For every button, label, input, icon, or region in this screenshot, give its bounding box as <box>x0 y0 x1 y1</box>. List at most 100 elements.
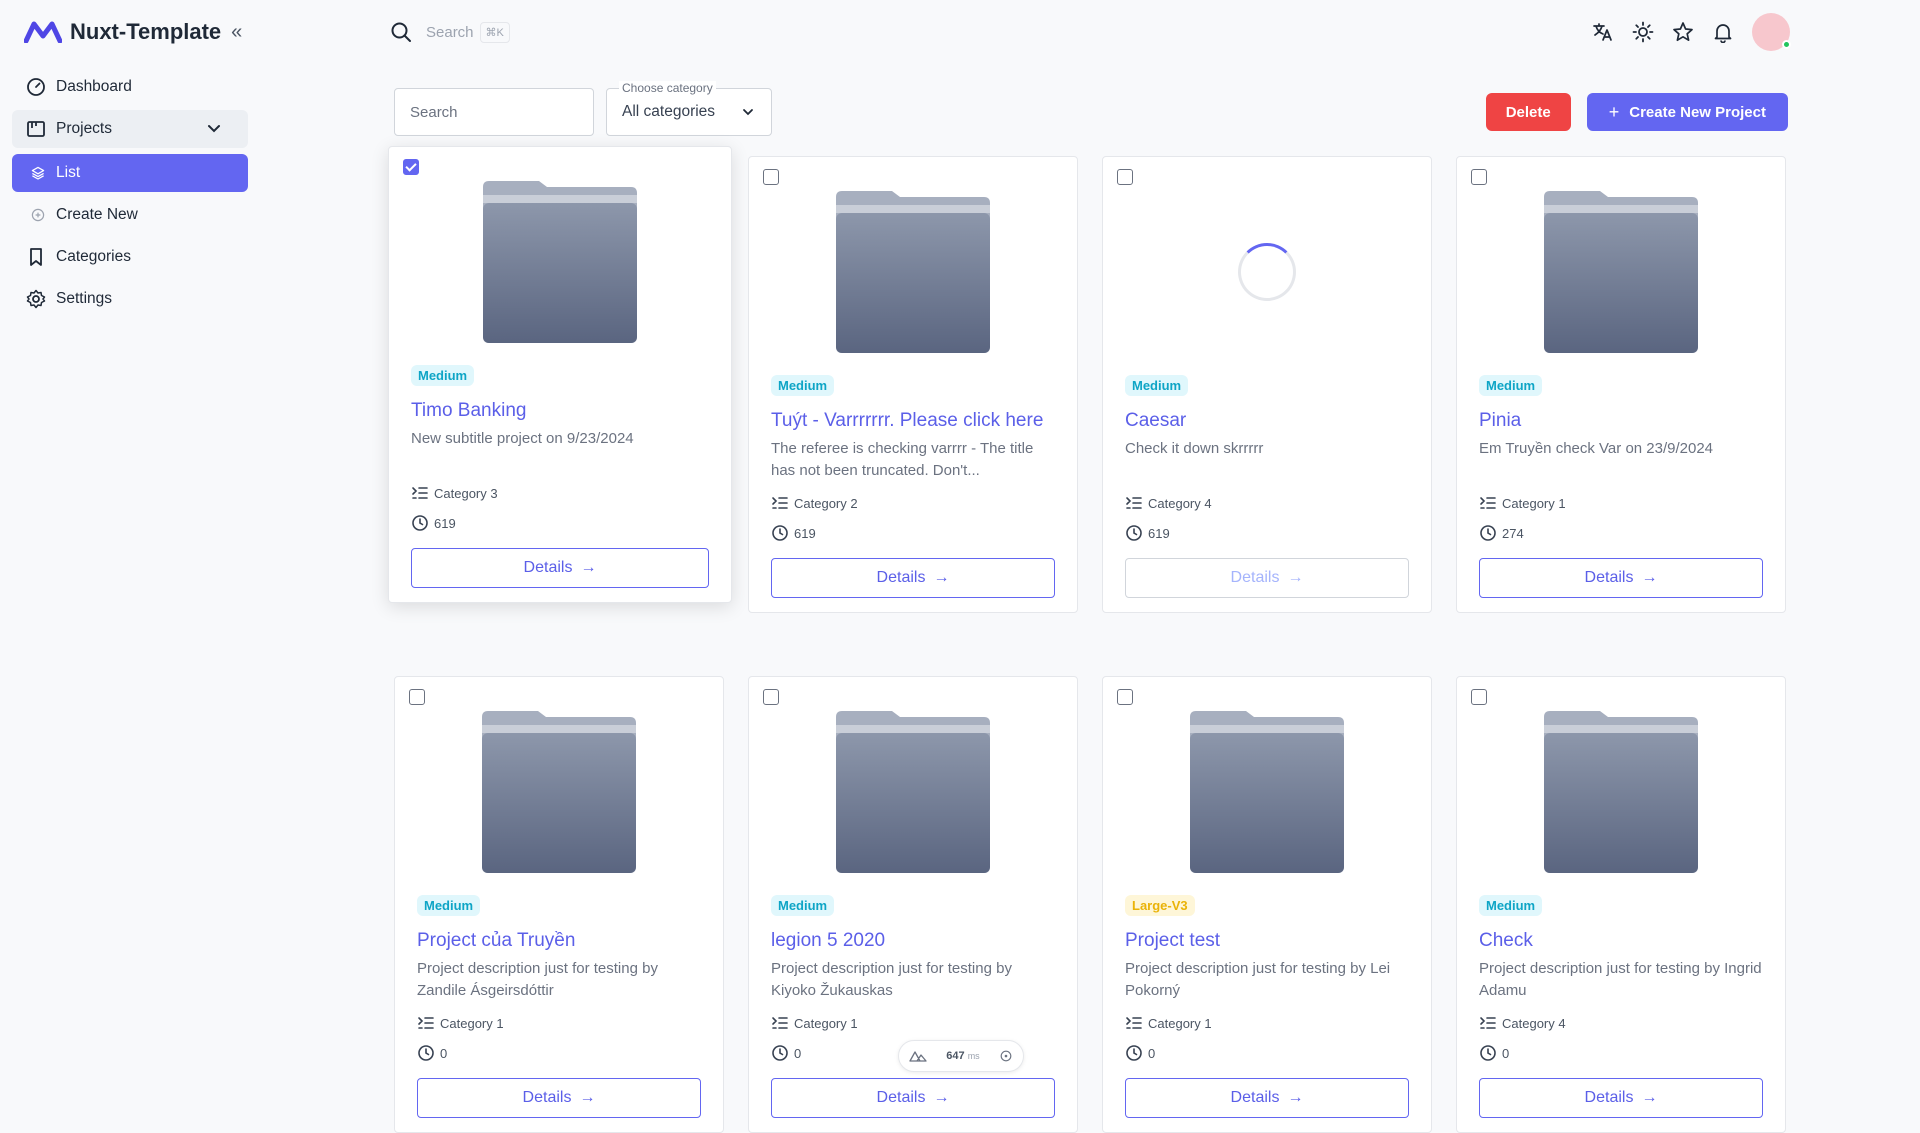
select-checkbox[interactable] <box>1117 689 1133 705</box>
arrow-right-icon: → <box>579 1089 596 1106</box>
project-card[interactable]: Medium Pinia Em Truyền check Var on 23/9/2… <box>1456 156 1786 613</box>
project-title[interactable]: Timo Banking <box>411 400 709 422</box>
project-title[interactable]: Project test <box>1125 930 1409 952</box>
details-label: Details <box>1584 569 1634 586</box>
project-title[interactable]: Check <box>1479 930 1763 952</box>
collapse-sidebar-icon[interactable]: « <box>231 21 242 44</box>
project-time: 0 <box>1479 1044 1763 1062</box>
project-card[interactable]: Medium Timo Banking New subtitle project o… <box>388 146 732 603</box>
category-icon <box>772 497 788 509</box>
project-category: Category 4 <box>1479 1014 1763 1032</box>
details-button[interactable]: Details → <box>1125 1078 1409 1118</box>
project-title[interactable]: Tuýt - Varrrrrrr. Please click here <box>771 410 1055 432</box>
select-checkbox[interactable] <box>1471 169 1487 185</box>
sidebar-item-label: Dashboard <box>56 78 132 95</box>
devtools-timing: 647 ms <box>946 1050 980 1062</box>
category-icon <box>1480 497 1496 509</box>
project-category: Category 3 <box>411 484 709 502</box>
project-thumbnail <box>771 187 1055 357</box>
select-checkbox[interactable] <box>403 159 419 175</box>
online-status-dot <box>1782 40 1791 49</box>
select-checkbox[interactable] <box>409 689 425 705</box>
project-time-value: 619 <box>1148 525 1170 541</box>
project-time-value: 0 <box>794 1045 802 1061</box>
star-icon[interactable] <box>1672 21 1694 43</box>
select-checkbox[interactable] <box>1471 689 1487 705</box>
details-label: Details <box>1230 1089 1280 1106</box>
project-category-label: Category 3 <box>434 485 498 501</box>
project-category-label: Category 2 <box>794 495 858 511</box>
project-card[interactable]: Large-V3 Project test Project description … <box>1102 676 1432 1133</box>
select-checkbox[interactable] <box>763 689 779 705</box>
project-time: 619 <box>1125 524 1409 542</box>
topbar: Search ⌘K <box>390 0 1791 64</box>
select-checkbox[interactable] <box>1117 169 1133 185</box>
project-category-label: Category 1 <box>1502 495 1566 511</box>
avatar[interactable] <box>1752 13 1791 51</box>
details-button[interactable]: Details → <box>1479 558 1763 598</box>
delete-button[interactable]: Delete <box>1485 93 1571 131</box>
project-card[interactable]: Medium Check Project description just for … <box>1456 676 1786 1133</box>
project-title[interactable]: Pinia <box>1479 410 1763 432</box>
project-category: Category 1 <box>771 1014 1055 1032</box>
sidebar-item-label: Create New <box>56 206 138 223</box>
category-icon <box>418 1017 434 1029</box>
details-button[interactable]: Details → <box>1479 1078 1763 1118</box>
details-button[interactable]: Details → <box>771 1078 1055 1118</box>
category-select[interactable]: Choose category All categories <box>606 81 772 136</box>
plus-icon: + <box>1608 101 1620 122</box>
folder-icon <box>836 191 990 353</box>
details-label: Details <box>876 1089 926 1106</box>
project-thumbnail <box>1479 707 1763 877</box>
clock-icon <box>772 1045 788 1061</box>
project-subtitle: The referee is checking varrrr - The tit… <box>771 440 1034 479</box>
project-category-label: Category 1 <box>440 1015 504 1031</box>
select-checkbox[interactable] <box>763 169 779 185</box>
chevron-down-icon <box>208 125 220 133</box>
size-badge: Medium <box>771 895 835 916</box>
sidebar-item-label: Categories <box>56 248 131 265</box>
sun-icon[interactable] <box>1632 21 1654 43</box>
clock-icon <box>1126 525 1142 541</box>
bell-icon[interactable] <box>1712 21 1734 43</box>
sidebar-item-projects[interactable]: Projects <box>12 110 248 148</box>
project-subtitle: Em Truyền check Var on 23/9/2024 <box>1479 440 1714 457</box>
project-thumbnail <box>411 177 709 347</box>
sidebar-item-categories[interactable]: Categories <box>12 238 248 276</box>
create-project-button[interactable]: + Create New Project <box>1586 93 1788 131</box>
brand[interactable]: Nuxt-Template « <box>12 0 248 64</box>
sidebar-item-dashboard[interactable]: Dashboard <box>12 68 248 106</box>
project-card[interactable]: Medium Tuýt - Varrrrrrr. Please click her… <box>748 156 1078 613</box>
details-button[interactable]: Details → <box>417 1078 701 1118</box>
project-search-input[interactable]: Search <box>394 88 594 136</box>
project-time-value: 274 <box>1502 525 1524 541</box>
global-search[interactable]: Search ⌘K <box>390 21 510 43</box>
project-card[interactable]: Medium Caesar Check it down skrrrrr Categor… <box>1102 156 1432 613</box>
project-toolbar: Search Choose category All categories De… <box>394 81 1788 136</box>
sidebar: Nuxt-Template « Dashboard Projects List … <box>0 0 260 1080</box>
kanban-icon <box>27 121 45 137</box>
details-button[interactable]: Details → <box>1125 558 1409 598</box>
project-time-value: 0 <box>1148 1045 1156 1061</box>
sidebar-item-label: Settings <box>56 290 113 307</box>
arrow-right-icon: → <box>580 559 597 576</box>
sidebar-item-list[interactable]: List <box>12 154 248 192</box>
project-category: Category 2 <box>771 494 1055 512</box>
arrow-right-icon: → <box>933 569 950 586</box>
project-time: 274 <box>1479 524 1763 542</box>
translate-icon[interactable] <box>1592 21 1614 43</box>
sidebar-item-settings[interactable]: Settings <box>12 280 248 318</box>
details-button[interactable]: Details → <box>771 558 1055 598</box>
size-badge: Medium <box>417 895 481 916</box>
project-title[interactable]: legion 5 2020 <box>771 930 1055 952</box>
details-button[interactable]: Details → <box>411 548 709 588</box>
project-title[interactable]: Project của Truyền <box>417 930 701 952</box>
sidebar-item-label: List <box>56 164 81 181</box>
project-card[interactable]: Medium Project của Truyền Project descript… <box>394 676 724 1133</box>
devtools-pill[interactable]: 647 ms <box>898 1040 1024 1072</box>
arrow-right-icon: → <box>1641 1089 1658 1106</box>
sidebar-item-create-new[interactable]: Create New <box>12 196 248 234</box>
project-time: 0 <box>1125 1044 1409 1062</box>
project-title[interactable]: Caesar <box>1125 410 1409 432</box>
sidebar-item-label: Projects <box>56 120 112 137</box>
